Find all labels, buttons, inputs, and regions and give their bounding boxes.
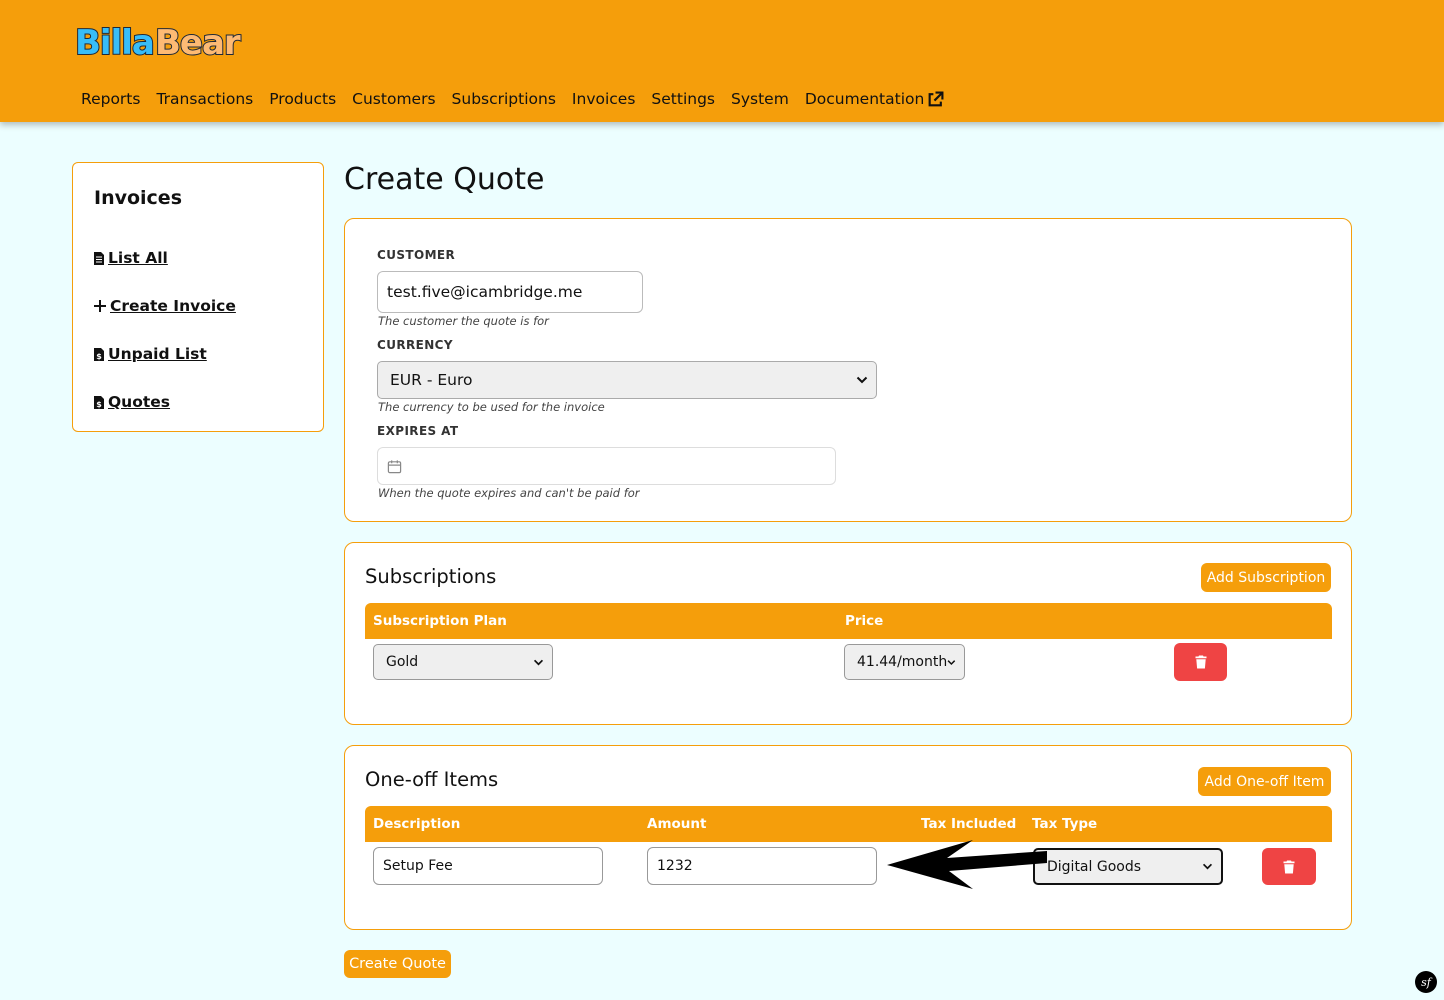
sidebar-item-unpaid-list[interactable]: $ Unpaid List	[93, 345, 207, 363]
expires-date-input[interactable]	[377, 447, 836, 485]
sidebar-item-list-all[interactable]: List All	[93, 249, 168, 267]
currency-select[interactable]: EUR - Euro	[377, 361, 877, 399]
column-header-tax-type: Tax Type	[1032, 816, 1098, 832]
column-header-tax-included: Tax Included	[921, 816, 1017, 832]
top-navbar: Billa Bear Reports Transactions Products…	[0, 0, 1444, 122]
file-icon	[94, 251, 104, 265]
chevron-down-icon	[947, 659, 956, 665]
nav-documentation[interactable]: Documentation	[805, 90, 945, 108]
svg-text:Billa: Billa	[75, 23, 154, 62]
description-input[interactable]: Setup Fee	[373, 847, 603, 885]
nav-settings[interactable]: Settings	[651, 90, 715, 108]
customer-help: The customer the quote is for	[378, 314, 549, 328]
quote-details-card: CUSTOMER test.five@icambridge.me The cus…	[344, 218, 1352, 522]
customer-label: CUSTOMER	[377, 248, 456, 262]
add-one-off-item-button[interactable]: Add One-off Item	[1198, 767, 1331, 796]
invoice-dollar-icon: $	[94, 347, 104, 361]
nav-system[interactable]: System	[731, 90, 789, 108]
expires-help: When the quote expires and can't be paid…	[378, 486, 640, 500]
subscriptions-table-header: Subscription Plan Price	[365, 603, 1332, 639]
svg-text:$: $	[96, 352, 102, 361]
column-header-price: Price	[845, 613, 884, 629]
nav-reports[interactable]: Reports	[81, 90, 140, 108]
sidebar-item-label: List All	[108, 249, 168, 267]
nav-customers[interactable]: Customers	[352, 90, 435, 108]
plus-icon	[94, 300, 106, 312]
column-header-subscription-plan: Subscription Plan	[373, 613, 507, 629]
sidebar-item-label: Quotes	[108, 393, 171, 411]
calendar-icon	[387, 459, 402, 473]
amount-input[interactable]: 1232	[647, 847, 877, 885]
one-off-items-title: One-off Items	[365, 768, 499, 791]
create-quote-button[interactable]: Create Quote	[344, 950, 451, 978]
currency-label: CURRENCY	[377, 338, 453, 352]
sidebar-title: Invoices	[94, 187, 183, 209]
one-off-items-table-header: Description Amount Tax Included Tax Type	[365, 806, 1332, 842]
page-title: Create Quote	[344, 162, 545, 197]
one-off-items-card: One-off Items Add One-off Item Descripti…	[344, 745, 1352, 930]
tax-type-value: Digital Goods	[1047, 858, 1142, 875]
subscriptions-title: Subscriptions	[365, 565, 497, 588]
column-header-amount: Amount	[647, 816, 707, 832]
price-value: 41.44/month	[857, 654, 948, 670]
description-value: Setup Fee	[383, 858, 453, 874]
nav-products[interactable]: Products	[269, 90, 336, 108]
chevron-down-icon	[533, 659, 544, 665]
plan-value: Gold	[386, 654, 419, 670]
subscription-plan-select[interactable]: Gold	[373, 644, 553, 680]
nav-transactions[interactable]: Transactions	[156, 90, 253, 108]
annotation-arrow-icon	[887, 840, 1047, 889]
trash-icon	[1283, 860, 1295, 873]
delete-subscription-button[interactable]	[1174, 643, 1227, 681]
svg-text:$: $	[96, 400, 102, 409]
invoices-sidebar: Invoices List All Create Invoice $ Unpai…	[72, 162, 324, 432]
nav-invoices[interactable]: Invoices	[572, 90, 636, 108]
sidebar-item-create-invoice[interactable]: Create Invoice	[93, 297, 236, 315]
billabear-logo[interactable]: Billa Bear	[73, 20, 249, 62]
add-subscription-button[interactable]: Add Subscription	[1201, 563, 1331, 592]
sidebar-item-label: Unpaid List	[108, 345, 207, 363]
main-nav: Reports Transactions Products Customers …	[81, 90, 944, 108]
sidebar-item-quotes[interactable]: $ Quotes	[93, 393, 170, 411]
tax-type-select[interactable]: Digital Goods	[1033, 848, 1223, 885]
chevron-down-icon	[856, 376, 868, 384]
sidebar-item-label: Create Invoice	[110, 297, 236, 315]
symfony-toolbar-icon[interactable]: sf	[1415, 971, 1437, 993]
nav-documentation-label: Documentation	[804, 90, 925, 108]
customer-input[interactable]: test.five@icambridge.me	[377, 271, 643, 313]
customer-value: test.five@icambridge.me	[387, 283, 583, 301]
svg-text:Bear: Bear	[155, 23, 241, 62]
delete-one-off-item-button[interactable]	[1262, 848, 1316, 885]
currency-value: EUR - Euro	[390, 371, 473, 389]
currency-help: The currency to be used for the invoice	[378, 400, 605, 414]
column-header-description: Description	[373, 816, 461, 832]
subscriptions-card: Subscriptions Add Subscription Subscript…	[344, 542, 1352, 725]
amount-value: 1232	[657, 858, 693, 874]
external-link-icon	[928, 91, 944, 106]
nav-subscriptions[interactable]: Subscriptions	[452, 90, 556, 108]
trash-icon	[1195, 655, 1206, 669]
expires-label: EXPIRES AT	[377, 424, 459, 438]
chevron-down-icon	[1202, 863, 1213, 870]
price-select[interactable]: 41.44/month	[844, 644, 965, 680]
invoice-dollar-icon: $	[94, 395, 104, 409]
